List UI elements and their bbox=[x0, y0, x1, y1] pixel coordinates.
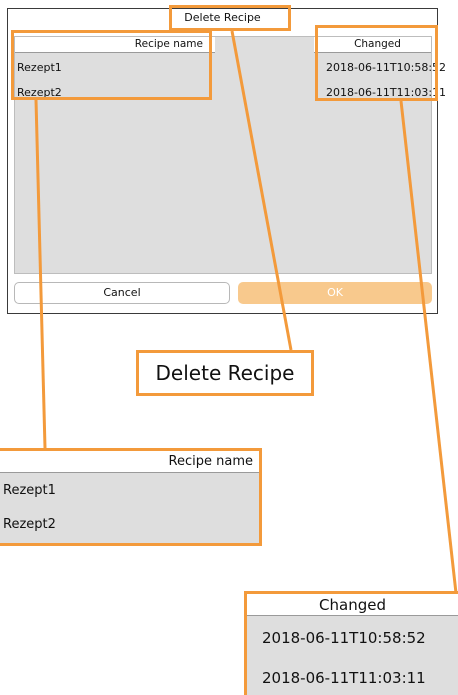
zoom-recipe-name-header: Recipe name bbox=[0, 451, 259, 473]
zoom-changed-row: 2018-06-11T10:58:52 bbox=[262, 629, 426, 647]
zoom-recipe-name-row: Rezept1 bbox=[3, 483, 56, 498]
zoom-changed-header: Changed bbox=[247, 594, 458, 616]
zoom-title-callout: Delete Recipe bbox=[136, 350, 314, 396]
zoom-recipe-name-row: Rezept2 bbox=[3, 517, 56, 532]
connector-recipe-name bbox=[34, 99, 47, 449]
connector-title bbox=[230, 30, 293, 351]
zoom-changed-row: 2018-06-11T11:03:11 bbox=[262, 669, 426, 687]
connector-changed bbox=[399, 100, 458, 594]
